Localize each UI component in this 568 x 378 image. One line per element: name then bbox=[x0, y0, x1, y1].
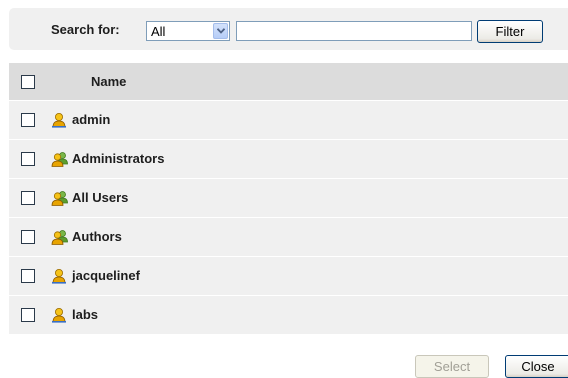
filter-button[interactable]: Filter bbox=[477, 20, 543, 43]
chevron-down-icon[interactable] bbox=[213, 23, 228, 39]
select-all-checkbox[interactable] bbox=[21, 75, 35, 89]
search-bar: Search for: All Filter bbox=[9, 8, 568, 50]
table-row[interactable]: Administrators bbox=[9, 140, 568, 179]
principal-name: Administrators bbox=[72, 151, 165, 166]
column-header-name: Name bbox=[91, 74, 127, 89]
search-scope-value: All bbox=[151, 24, 166, 39]
row-checkbox[interactable] bbox=[21, 230, 35, 244]
group-icon bbox=[51, 151, 69, 167]
search-label: Search for: bbox=[51, 22, 120, 37]
user-icon bbox=[51, 268, 69, 284]
table-row[interactable]: Authors bbox=[9, 218, 568, 257]
principal-name: Authors bbox=[72, 229, 122, 244]
row-checkbox[interactable] bbox=[21, 269, 35, 283]
principal-table: Name admin Administrators All Users Authors… bbox=[9, 63, 568, 335]
row-checkbox[interactable] bbox=[21, 308, 35, 322]
table-header: Name bbox=[9, 63, 568, 101]
user-icon bbox=[51, 307, 69, 323]
principal-name: admin bbox=[72, 112, 111, 127]
table-row[interactable]: labs bbox=[9, 296, 568, 335]
group-icon bbox=[51, 190, 69, 206]
close-button[interactable]: Close bbox=[505, 355, 568, 378]
select-button[interactable]: Select bbox=[415, 355, 489, 378]
user-icon bbox=[51, 112, 69, 128]
search-scope-select[interactable]: All bbox=[146, 21, 230, 41]
search-input[interactable] bbox=[236, 21, 472, 41]
group-icon bbox=[51, 229, 69, 245]
table-row[interactable]: All Users bbox=[9, 179, 568, 218]
row-checkbox[interactable] bbox=[21, 113, 35, 127]
row-checkbox[interactable] bbox=[21, 191, 35, 205]
row-checkbox[interactable] bbox=[21, 152, 35, 166]
principal-name: All Users bbox=[72, 190, 129, 205]
table-row[interactable]: jacquelinef bbox=[9, 257, 568, 296]
principal-name: labs bbox=[72, 307, 99, 322]
table-row[interactable]: admin bbox=[9, 101, 568, 140]
principal-name: jacquelinef bbox=[72, 268, 140, 283]
